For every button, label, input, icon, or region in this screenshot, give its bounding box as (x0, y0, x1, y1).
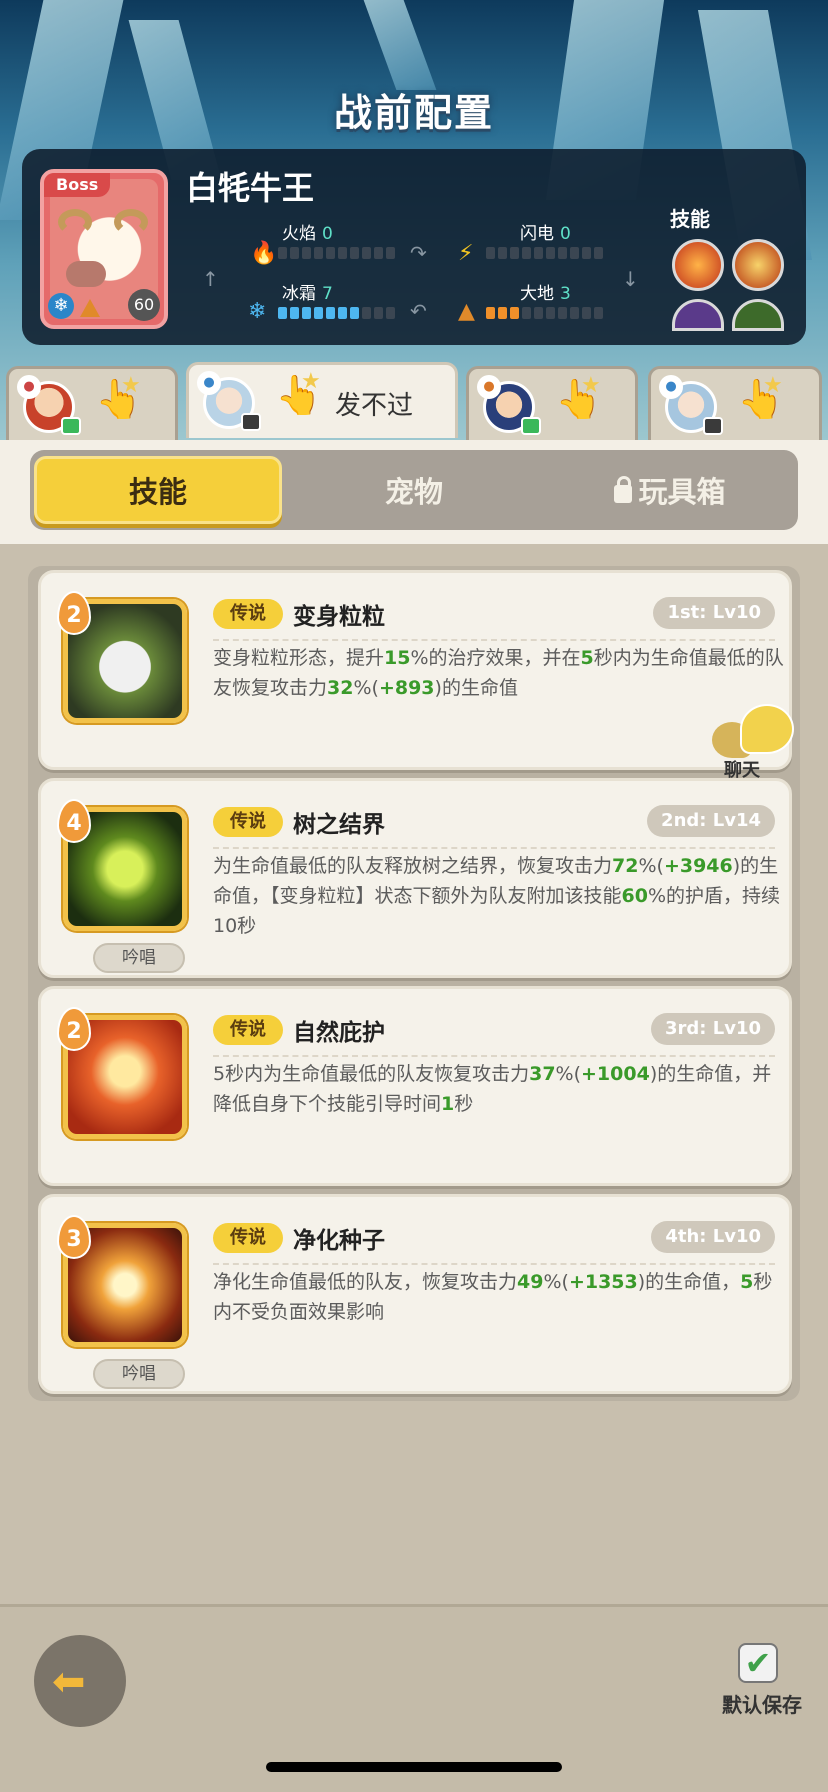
star-icon: ★ (763, 373, 783, 398)
skill-description: 5秒内为生命值最低的队友恢复攻击力37%(+1004)的生命值，并降低自身下个技… (213, 1063, 772, 1115)
frost-icon: ❄ (248, 299, 267, 324)
star-icon: ★ (121, 373, 141, 398)
divider (213, 847, 775, 849)
earth-icon: ▲ (458, 299, 475, 324)
boss-level: 60 (128, 289, 160, 321)
earth-progress-bar (486, 307, 603, 319)
rarity-badge: 传说 (213, 807, 283, 837)
chat-button[interactable]: 聊天 (710, 704, 800, 781)
chat-label: 聊天 (724, 760, 760, 781)
skill-level-badge: 2 (57, 591, 91, 635)
device-icon (521, 417, 541, 435)
rarity-badge: 传说 (213, 1015, 283, 1045)
divider (213, 1263, 775, 1265)
skill-description: 为生命值最低的队友释放树之结界，恢复攻击力72%(+3946)的生命值，【变身粒… (213, 855, 781, 937)
element-fire: 火焰 0 (282, 224, 333, 244)
skill-slot-level: 1st: Lv10 (653, 597, 775, 629)
chat-bubble-icon (740, 704, 794, 754)
hero-tab-1[interactable]: ● 👆 ★ (6, 366, 178, 442)
skill-card-2[interactable]: 4 吟唱 传说 树之结界 2nd: Lv14 为生命值最低的队友释放树之结界，恢… (38, 778, 792, 978)
fire-progress-bar (278, 247, 395, 259)
category-switch: 技能 宠物 玩具箱 (30, 450, 798, 530)
cycle-arrow-icon: ↑ (202, 267, 219, 291)
divider (213, 1055, 775, 1057)
skill-slot-level: 4th: Lv10 (651, 1221, 775, 1253)
earth-element-icon (80, 299, 100, 317)
boss-skill-icon[interactable] (732, 299, 784, 331)
boss-skills-label: 技能 (670, 207, 710, 231)
back-button[interactable]: ⬅ (34, 1635, 126, 1727)
lightning-icon: ⚡ (458, 241, 474, 266)
rarity-badge: 传说 (213, 1223, 283, 1253)
frost-progress-bar (278, 307, 395, 319)
star-icon: ★ (301, 369, 321, 394)
hero-tab-3[interactable]: ● 👆 ★ (466, 366, 638, 442)
skill-name: 自然庇护 (293, 1020, 385, 1046)
element-frost: 冰霜 7 (282, 284, 333, 304)
boss-info-panel: Boss ❄ 60 白牦牛王 火焰 0 🔥 闪电 0 ⚡ 冰霜 7 ❄ 大地 3 ▲ ↷… (22, 149, 806, 345)
hero-tab-2[interactable]: ● 👆 ★ 发不过 (186, 362, 458, 438)
divider (213, 639, 775, 641)
element-lightning: 闪电 0 (520, 224, 571, 244)
tab-skills[interactable]: 技能 (34, 456, 282, 524)
tab-toybox-label: 玩具箱 (638, 475, 726, 509)
skill-name: 变身粒粒 (293, 604, 385, 630)
device-icon (241, 413, 261, 431)
sing-tag: 吟唱 (93, 943, 185, 973)
page-title: 战前配置 (333, 91, 494, 135)
boss-portrait[interactable]: Boss ❄ 60 (40, 169, 168, 329)
lightning-progress-bar (486, 247, 603, 259)
skill-description: 变身粒粒形态，提升15%的治疗效果，并在5秒内为生命值最低的队友恢复攻击力32%… (213, 647, 784, 699)
element-earth: 大地 3 (520, 284, 571, 304)
hero-tab-label: 发不过 (335, 391, 414, 421)
skill-name: 树之结界 (293, 812, 385, 838)
cycle-arrow-icon: ↶ (410, 299, 427, 323)
lock-icon (614, 476, 633, 503)
tab-toybox[interactable]: 玩具箱 (546, 456, 794, 524)
hero-tabs: ● 👆 ★ ● 👆 ★ 发不过 ● 👆 ★ ● 👆 ★ (0, 362, 828, 442)
boss-tag: Boss (44, 173, 111, 197)
fire-icon: 🔥 (250, 241, 278, 266)
boss-skill-icon[interactable] (672, 299, 724, 331)
fire-icon: ● (17, 375, 41, 399)
device-icon (703, 417, 723, 435)
boss-name: 白牦牛王 (186, 169, 315, 207)
cycle-arrow-icon: ↓ (622, 267, 639, 291)
frost-icon: ● (197, 371, 221, 395)
skill-name: 净化种子 (293, 1228, 385, 1254)
hero-tab-4[interactable]: ● 👆 ★ (648, 366, 822, 442)
skill-level-badge: 3 (57, 1215, 91, 1259)
boss-skill-icon[interactable] (732, 239, 784, 291)
rarity-badge: 传说 (213, 599, 283, 629)
skill-card-4[interactable]: 3 吟唱 传说 净化种子 4th: Lv10 净化生命值最低的队友，恢复攻击力4… (38, 1194, 792, 1394)
skill-card-3[interactable]: 2 传说 自然庇护 3rd: Lv10 5秒内为生命值最低的队友恢复攻击力37%… (38, 986, 792, 1186)
back-arrow-icon: ⬅ (52, 1660, 86, 1704)
skill-slot-level: 3rd: Lv10 (650, 1013, 775, 1045)
default-save-label: 默认保存 (722, 1693, 802, 1717)
skill-level-badge: 4 (57, 799, 91, 843)
star-icon: ★ (581, 373, 601, 398)
tab-pets[interactable]: 宠物 (290, 456, 538, 524)
skill-description: 净化生命值最低的队友，恢复攻击力49%(+1353)的生命值，5秒内不受负面效果… (213, 1271, 773, 1323)
skill-level-badge: 2 (57, 1007, 91, 1051)
frost-element-icon: ❄ (48, 293, 74, 319)
boss-skill-icon[interactable] (672, 239, 724, 291)
device-icon (61, 417, 81, 435)
fire-icon: ● (477, 375, 501, 399)
sing-tag: 吟唱 (93, 1359, 185, 1389)
frost-icon: ● (659, 375, 683, 399)
home-indicator (266, 1762, 562, 1772)
cycle-arrow-icon: ↷ (410, 241, 427, 265)
category-bar: 技能 宠物 玩具箱 (0, 440, 828, 544)
skill-card-1[interactable]: 2 传说 变身粒粒 1st: Lv10 变身粒粒形态，提升15%的治疗效果，并在… (38, 570, 792, 770)
checkbox-icon: ✔ (738, 1643, 778, 1683)
skill-slot-level: 2nd: Lv14 (647, 805, 775, 837)
